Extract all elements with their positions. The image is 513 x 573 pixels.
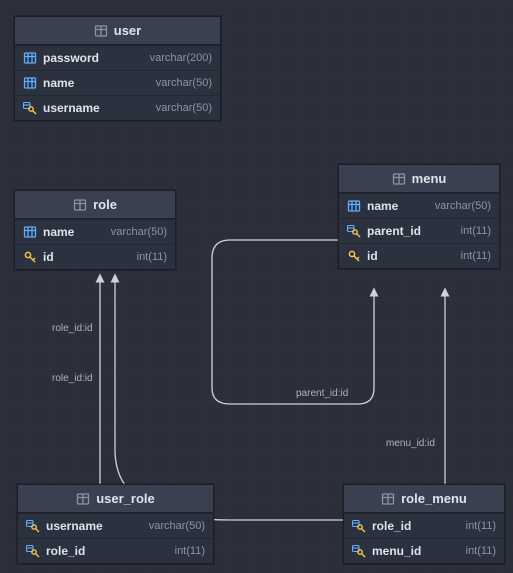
column-row[interactable]: parent_id int(11)	[339, 218, 499, 243]
column-type: int(11)	[466, 545, 496, 557]
table-role-menu[interactable]: role_menu role_id int(11) menu_id int(11)	[343, 484, 505, 564]
foreign-key-icon	[26, 544, 40, 558]
table-header[interactable]: user_role	[18, 485, 213, 513]
column-type: varchar(50)	[156, 102, 212, 114]
table-header[interactable]: role_menu	[344, 485, 504, 513]
table-title: role	[93, 197, 117, 212]
primary-key-icon	[23, 250, 37, 264]
column-name: parent_id	[367, 224, 421, 238]
table-icon	[392, 172, 406, 186]
column-name: menu_id	[372, 544, 421, 558]
column-row[interactable]: password varchar(200)	[15, 45, 220, 70]
table-user[interactable]: userpasswordvarchar(200)namevarchar(50)u…	[14, 16, 221, 121]
column-type: varchar(200)	[150, 52, 212, 64]
column-icon	[347, 199, 361, 213]
table-menu[interactable]: menu name varchar(50) parent_id int(11) id int…	[338, 164, 500, 269]
column-name: role_id	[372, 519, 411, 533]
table-title: user	[114, 23, 141, 38]
table-header[interactable]: role	[15, 191, 175, 219]
column-row[interactable]: menu_id int(11)	[344, 538, 504, 563]
table-title: user_role	[96, 491, 155, 506]
table-title: menu	[412, 171, 447, 186]
table-user-role[interactable]: user_role username varchar(50) role_id int(1…	[17, 484, 214, 564]
column-name: password	[43, 51, 99, 65]
column-icon	[23, 76, 37, 90]
column-type: varchar(50)	[111, 226, 167, 238]
column-row[interactable]: username varchar(50)	[15, 95, 220, 120]
column-icon	[23, 225, 37, 239]
table-icon	[73, 198, 87, 212]
table-icon	[94, 24, 108, 38]
table-icon	[76, 492, 90, 506]
column-type: int(11)	[175, 545, 205, 557]
column-name: name	[367, 199, 398, 213]
column-type: varchar(50)	[435, 200, 491, 212]
table-role[interactable]: role name varchar(50) id int(11)	[14, 190, 176, 270]
table-header[interactable]: user	[15, 17, 220, 45]
column-name: id	[367, 249, 378, 263]
foreign-key-icon	[352, 544, 366, 558]
column-row[interactable]: name varchar(50)	[15, 70, 220, 95]
column-name: username	[46, 519, 103, 533]
column-name: name	[43, 225, 74, 239]
foreign-key-icon	[347, 224, 361, 238]
primary-key-icon	[347, 249, 361, 263]
column-row[interactable]: name varchar(50)	[339, 193, 499, 218]
column-type: int(11)	[461, 250, 491, 262]
foreign-key-icon	[23, 101, 37, 115]
column-type: varchar(50)	[149, 520, 205, 532]
column-row[interactable]: id int(11)	[339, 243, 499, 268]
table-icon	[381, 492, 395, 506]
column-name: role_id	[46, 544, 85, 558]
column-row[interactable]: username varchar(50)	[18, 513, 213, 538]
column-name: id	[43, 250, 54, 264]
column-name: name	[43, 76, 74, 90]
table-title: role_menu	[401, 491, 467, 506]
column-type: int(11)	[137, 251, 167, 263]
table-header[interactable]: menu	[339, 165, 499, 193]
column-icon	[23, 51, 37, 65]
column-type: varchar(50)	[156, 77, 212, 89]
column-row[interactable]: name varchar(50)	[15, 219, 175, 244]
column-row[interactable]: role_id int(11)	[344, 513, 504, 538]
foreign-key-icon	[26, 519, 40, 533]
foreign-key-icon	[352, 519, 366, 533]
column-row[interactable]: role_id int(11)	[18, 538, 213, 563]
column-row[interactable]: id int(11)	[15, 244, 175, 269]
column-name: username	[43, 101, 100, 115]
column-type: int(11)	[461, 225, 491, 237]
column-type: int(11)	[466, 520, 496, 532]
